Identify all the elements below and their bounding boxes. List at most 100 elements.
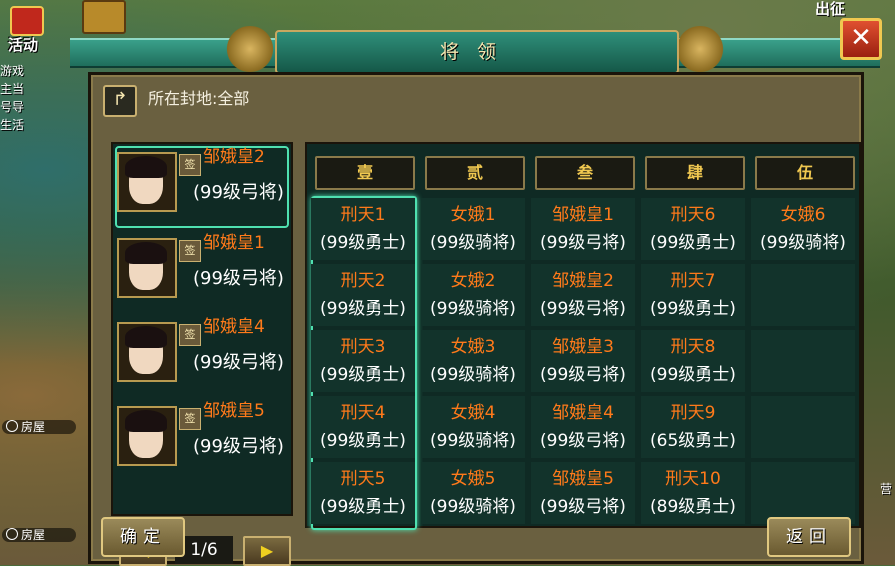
general-list: 签 邹娥皇2 (99级弓将) 签 邹娥皇1 (99级弓将) 签 邹娥皇4 (99…	[111, 142, 293, 566]
slot-general-info: (99级勇士)	[650, 233, 736, 253]
slot-general-name: 女娥4	[450, 403, 496, 423]
slot-general-info: (99级勇士)	[320, 497, 406, 517]
fief-filter-label[interactable]: 所在封地:全部	[148, 85, 249, 113]
sign-icon[interactable]: 签	[179, 240, 201, 262]
formation-slot[interactable]	[751, 264, 855, 326]
slot-general-info: (99级勇士)	[320, 233, 406, 253]
formation-slot[interactable]: 女娥4 (99级骑将)	[421, 396, 525, 458]
slot-general-info: (89级勇士)	[650, 497, 736, 517]
general-item[interactable]: 签 邹娥皇1 (99级弓将)	[117, 233, 287, 312]
slot-general-info: (99级弓将)	[540, 299, 626, 319]
parchment-panel: ↱ 所在封地:全部 签 邹娥皇2 (99级弓将) 签 邹娥皇1 (99级弓将)	[93, 77, 861, 566]
formation-slot[interactable]: 刑天2 (99级勇士)	[311, 264, 415, 326]
event-button[interactable]: 活动	[4, 4, 52, 54]
formation-slot[interactable]: 女娥5 (99级骑将)	[421, 462, 525, 524]
slot-general-info: (99级骑将)	[430, 233, 516, 253]
house-label: 房屋	[21, 528, 46, 542]
formation-slot[interactable]	[751, 396, 855, 458]
slot-general-info: (65级勇士)	[650, 431, 736, 451]
event-label: 活动	[8, 36, 39, 54]
formation-slot[interactable]: 邹娥皇3 (99级弓将)	[531, 330, 635, 392]
sign-icon[interactable]: 签	[179, 324, 201, 346]
portrait-hair	[125, 242, 167, 264]
slot-general-info: (99级勇士)	[650, 299, 736, 319]
slot-general-info: (99级勇士)	[320, 299, 406, 319]
house-button-2[interactable]: 房屋	[2, 528, 76, 542]
slot-general-name: 邹娥皇2	[552, 271, 614, 291]
formation-slot[interactable]: 邹娥皇4 (99级弓将)	[531, 396, 635, 458]
return-button[interactable]: 返回	[767, 517, 851, 557]
formation-grid: 壹贰叁肆伍刑天1 (99级勇士) 女娥1 (99级骑将) 邹娥皇1 (99级弓将) 刑天6 (…	[305, 142, 861, 530]
formation-slot[interactable]: 刑天10 (89级勇士)	[641, 462, 745, 524]
slot-general-info: (99级弓将)	[540, 365, 626, 385]
formation-slot[interactable]: 女娥6 (99级骑将)	[751, 198, 855, 260]
formation-slot[interactable]	[751, 330, 855, 392]
house-icon	[6, 420, 18, 432]
general-name: 邹娥皇2	[203, 147, 265, 167]
house-icon	[6, 528, 18, 540]
event-flag-icon	[10, 6, 44, 36]
slot-general-info: (99级弓将)	[540, 233, 626, 253]
slot-general-name: 刑天10	[665, 469, 721, 489]
general-portrait	[117, 152, 177, 212]
slot-general-name: 刑天4	[340, 403, 386, 423]
formation-slot[interactable]: 刑天1 (99级勇士)	[311, 198, 415, 260]
chest-icon[interactable]	[82, 0, 126, 34]
slot-general-name: 刑天8	[670, 337, 716, 357]
march-button[interactable]: 出征	[815, 0, 845, 19]
formation-slot[interactable]	[751, 462, 855, 524]
side-text-3: 号导	[0, 100, 25, 114]
general-item[interactable]: 签 邹娥皇5 (99级弓将)	[117, 401, 287, 480]
formation-slot[interactable]: 刑天8 (99级勇士)	[641, 330, 745, 392]
formation-slot[interactable]: 邹娥皇2 (99级弓将)	[531, 264, 635, 326]
next-page-button[interactable]: ▶	[243, 536, 291, 566]
general-info: (99级弓将)	[193, 182, 284, 203]
general-info: (99级弓将)	[193, 436, 284, 457]
general-info: (99级弓将)	[193, 268, 284, 289]
formation-slot[interactable]: 刑天3 (99级勇士)	[311, 330, 415, 392]
sign-icon[interactable]: 签	[179, 408, 201, 430]
formation-slot[interactable]: 邹娥皇1 (99级弓将)	[531, 198, 635, 260]
formation-slot[interactable]: 邹娥皇5 (99级弓将)	[531, 462, 635, 524]
left-ornament-icon	[220, 26, 280, 72]
slot-general-name: 刑天1	[340, 205, 386, 225]
house-label: 房屋	[21, 420, 46, 434]
slot-general-info: (99级骑将)	[430, 497, 516, 517]
dialog-title: 将领	[439, 41, 514, 63]
column-header: 叁	[535, 156, 635, 190]
close-button[interactable]: ✕	[840, 18, 882, 60]
portrait-hair	[125, 410, 167, 432]
column-header: 贰	[425, 156, 525, 190]
house-button-1[interactable]: 房屋	[2, 420, 76, 434]
general-item[interactable]: 签 邹娥皇4 (99级弓将)	[117, 317, 287, 396]
slot-general-name: 女娥5	[450, 469, 496, 489]
sign-icon[interactable]: 签	[179, 154, 201, 176]
slot-general-info: (99级勇士)	[650, 365, 736, 385]
general-item[interactable]: 签 邹娥皇2 (99级弓将)	[115, 146, 289, 228]
slot-general-info: (99级骑将)	[430, 431, 516, 451]
back-arrow-icon[interactable]: ↱	[103, 85, 137, 117]
formation-slot[interactable]: 女娥1 (99级骑将)	[421, 198, 525, 260]
formation-slot[interactable]: 刑天9 (65级勇士)	[641, 396, 745, 458]
general-name: 邹娥皇5	[203, 401, 265, 421]
formation-slot[interactable]: 女娥3 (99级骑将)	[421, 330, 525, 392]
slot-general-name: 刑天9	[670, 403, 716, 423]
general-portrait	[117, 238, 177, 298]
formation-slot[interactable]: 女娥2 (99级骑将)	[421, 264, 525, 326]
slot-general-info: (99级骑将)	[430, 365, 516, 385]
general-name: 邹娥皇4	[203, 317, 265, 337]
formation-slot[interactable]: 刑天4 (99级勇士)	[311, 396, 415, 458]
slot-general-name: 刑天6	[670, 205, 716, 225]
slot-general-name: 女娥1	[450, 205, 496, 225]
column-header: 伍	[755, 156, 855, 190]
formation-slot[interactable]: 刑天7 (99级勇士)	[641, 264, 745, 326]
confirm-button[interactable]: 确定	[101, 517, 185, 557]
general-info: (99级弓将)	[193, 352, 284, 373]
portrait-hair	[125, 326, 167, 348]
formation-slot[interactable]: 刑天5 (99级勇士)	[311, 462, 415, 524]
generals-dialog: 将领 ✕ ↱ 所在封地:全部 签 邹娥皇2 (99级弓将) 签 邹娥皇1 (99…	[70, 18, 882, 566]
formation-slot[interactable]: 刑天6 (99级勇士)	[641, 198, 745, 260]
right-ornament-icon	[670, 26, 730, 72]
slot-general-name: 邹娥皇5	[552, 469, 614, 489]
side-text-1: 游戏	[0, 64, 25, 78]
